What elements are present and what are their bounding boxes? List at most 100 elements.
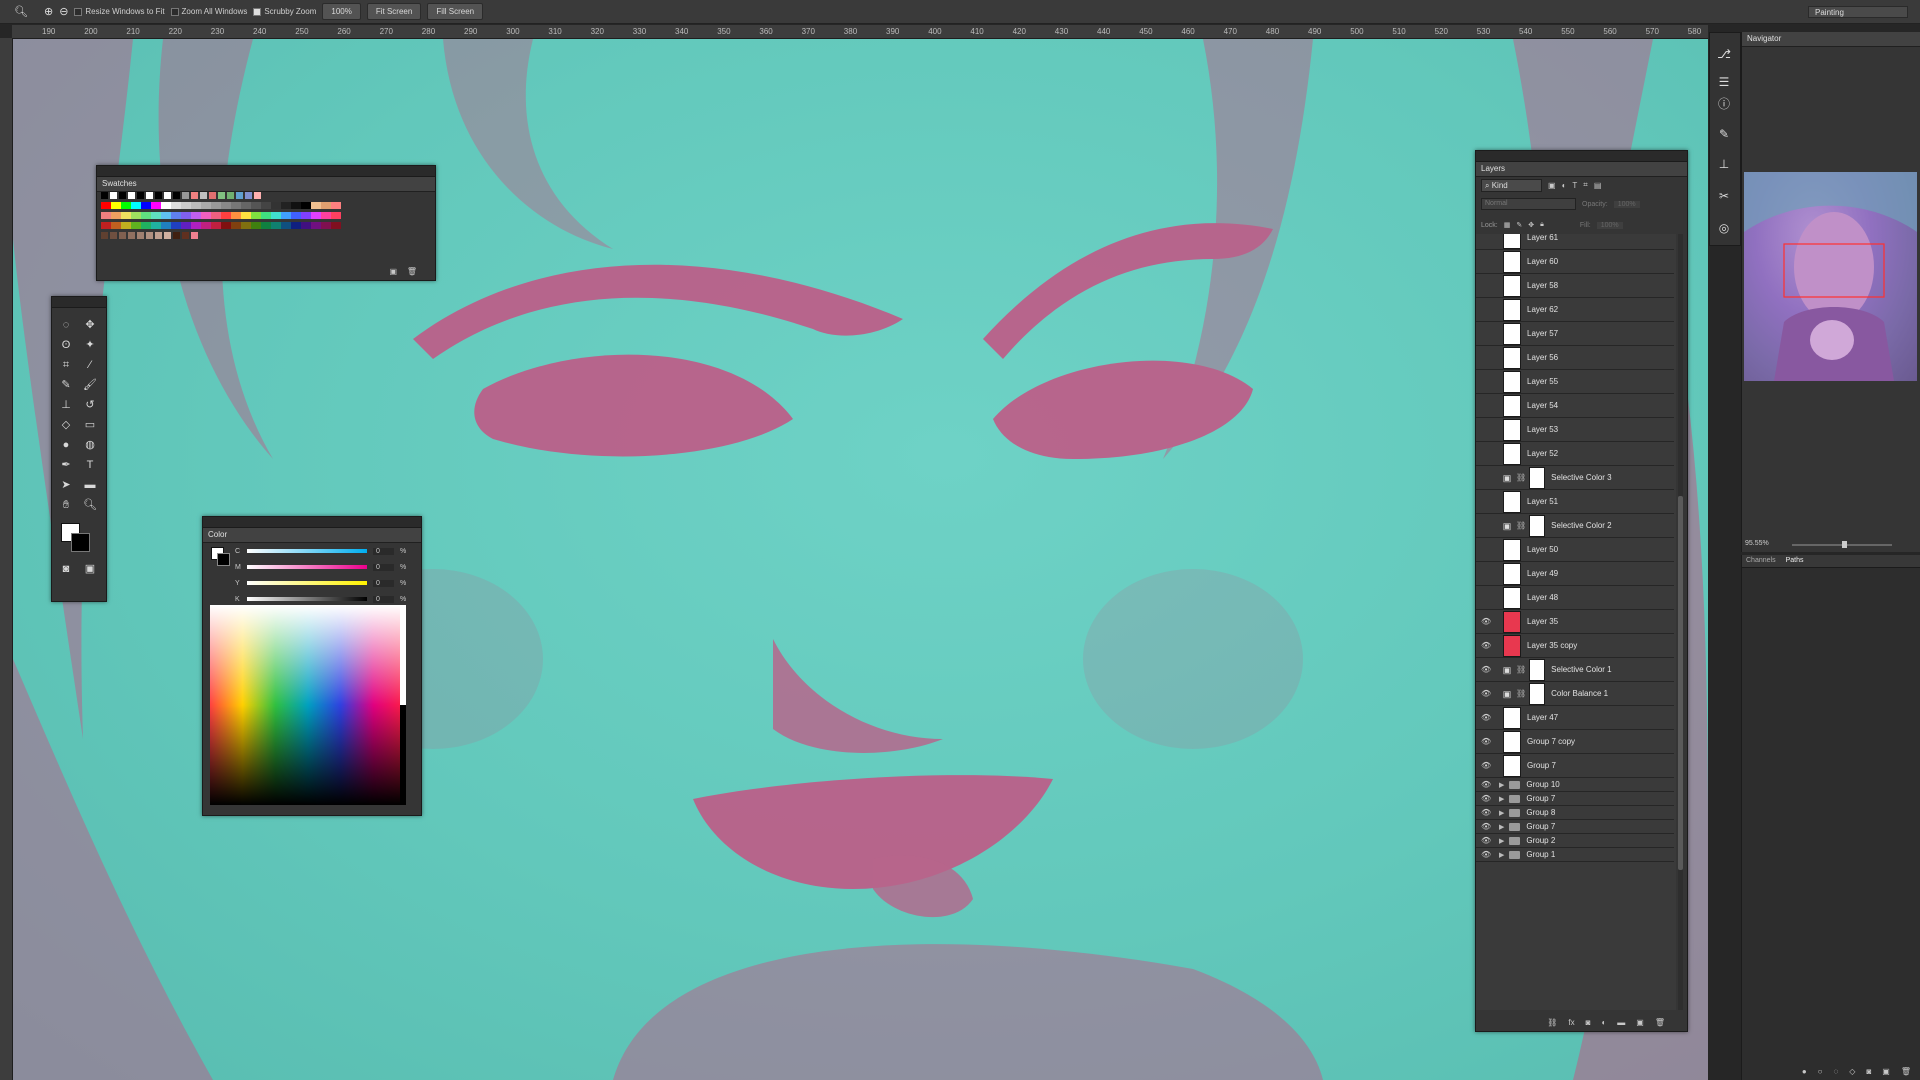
move-tool-icon[interactable]: ✥ [82, 317, 98, 333]
color-swatch[interactable] [161, 212, 171, 219]
filter-pixel-icon[interactable]: ▣ [1548, 181, 1556, 190]
visibility-eye-icon[interactable]: 👁︎ [1481, 808, 1491, 817]
slider-value-field[interactable]: 0 [373, 579, 394, 587]
visibility-eye-icon[interactable]: 👁︎ [1481, 665, 1491, 674]
channels-tab[interactable]: Channels [1746, 555, 1776, 567]
layer-mask-thumbnail[interactable] [1529, 658, 1546, 681]
swatches-tab[interactable]: Swatches [97, 177, 435, 192]
tool-presets-icon[interactable]: ✂ [1714, 186, 1734, 206]
group-expand-icon[interactable]: ▶ [1499, 809, 1504, 817]
panel-titlebar[interactable] [52, 297, 106, 308]
group-expand-icon[interactable]: ▶ [1499, 837, 1504, 845]
filter-type-icon[interactable]: T [1572, 181, 1577, 190]
layer-group-row[interactable]: 👁︎ ▶ Group 7 [1476, 820, 1674, 834]
layer-row[interactable]: Layer 51 [1476, 490, 1674, 514]
color-swatch[interactable] [301, 202, 311, 209]
trash-icon[interactable]: 🗑︎ [407, 267, 417, 276]
color-swatch[interactable] [281, 202, 291, 209]
filter-shape-icon[interactable]: ⌗ [1583, 180, 1588, 190]
color-swatch[interactable] [241, 222, 251, 229]
navigator-zoom-value[interactable]: 95.55% [1745, 540, 1769, 547]
color-swatch[interactable] [164, 232, 171, 239]
color-swatch[interactable] [182, 232, 189, 239]
color-swatch[interactable] [291, 202, 301, 209]
color-swatch[interactable] [155, 232, 162, 239]
color-swatch[interactable] [101, 232, 108, 239]
color-swatch[interactable] [161, 222, 171, 229]
color-swatch[interactable] [131, 212, 141, 219]
visibility-eye-icon[interactable]: 👁︎ [1481, 641, 1491, 650]
color-swatch[interactable] [119, 192, 126, 199]
fx-icon[interactable]: fx [1568, 1018, 1574, 1027]
slider-value-field[interactable]: 0 [373, 595, 394, 603]
color-swatch[interactable] [200, 192, 207, 199]
visibility-eye-icon[interactable]: 👁︎ [1481, 780, 1491, 789]
layer-mask-thumbnail[interactable] [1529, 466, 1546, 489]
layer-group-row[interactable]: 👁︎ ▶ Group 1 [1476, 848, 1674, 862]
healing-brush-icon[interactable]: ✎ [58, 377, 74, 393]
info-icon[interactable]: ⓘ [1714, 94, 1734, 114]
stroke-path-icon[interactable]: ○ [1818, 1067, 1823, 1076]
color-swatch[interactable] [173, 192, 180, 199]
layer-row[interactable]: Layer 54 [1476, 394, 1674, 418]
visibility-eye-icon[interactable]: 👁︎ [1481, 794, 1491, 803]
color-swatch[interactable] [164, 192, 171, 199]
color-swatch[interactable] [131, 202, 141, 209]
color-swatch[interactable] [191, 202, 201, 209]
make-path-icon[interactable]: ◇ [1849, 1067, 1855, 1076]
color-swatch[interactable] [151, 212, 161, 219]
checkbox-box[interactable] [74, 7, 83, 16]
new-layer-icon[interactable]: ▣ [1636, 1018, 1644, 1027]
color-swatch[interactable] [141, 202, 151, 209]
color-swatch[interactable] [110, 192, 117, 199]
layer-mask-thumbnail[interactable] [1529, 682, 1546, 705]
color-swatch[interactable] [151, 222, 161, 229]
color-swatch[interactable] [173, 232, 180, 239]
color-swatch[interactable] [171, 222, 181, 229]
color-swatch[interactable] [251, 202, 261, 209]
checkbox-box[interactable] [170, 7, 179, 16]
color-swatch[interactable] [291, 222, 301, 229]
color-swatch[interactable] [161, 202, 171, 209]
color-swatch[interactable] [261, 222, 271, 229]
color-swatch[interactable] [181, 202, 191, 209]
gradient-tool-icon[interactable]: ▭ [82, 417, 98, 433]
slider-value-field[interactable]: 0 [373, 547, 394, 555]
color-swatch[interactable] [131, 222, 141, 229]
layer-row[interactable]: 👁︎ Group 7 copy [1476, 730, 1674, 754]
layer-list[interactable]: Layer 61 Layer 60 Layer 58 Layer 62 Layer 57… [1476, 234, 1676, 1010]
color-swatch[interactable] [121, 212, 131, 219]
color-swatch[interactable] [101, 222, 111, 229]
layer-group-row[interactable]: 👁︎ ▶ Group 2 [1476, 834, 1674, 848]
filter-smart-icon[interactable]: ▤ [1594, 181, 1602, 190]
zoom-tool-icon[interactable]: 🔍︎ [14, 5, 28, 18]
color-swatch[interactable] [201, 222, 211, 229]
color-swatch[interactable] [331, 222, 341, 229]
color-swatch[interactable] [201, 202, 211, 209]
mask-link-icon[interactable]: ⛓︎ [1516, 665, 1526, 674]
path-select-icon[interactable]: ➤ [58, 477, 74, 493]
color-spectrum-ramp[interactable] [210, 605, 406, 805]
visibility-eye-icon[interactable]: 👁︎ [1481, 822, 1491, 831]
color-swatch[interactable] [191, 192, 198, 199]
visibility-eye-icon[interactable]: 👁︎ [1481, 836, 1491, 845]
color-swatch[interactable] [181, 222, 191, 229]
color-swatch[interactable] [241, 202, 251, 209]
fit-screen-button[interactable]: Fit Screen [366, 3, 422, 20]
color-swatch[interactable] [231, 202, 241, 209]
color-swatch[interactable] [231, 222, 241, 229]
color-swatch[interactable] [191, 212, 201, 219]
layers-tab[interactable]: Layers [1476, 162, 1687, 177]
layer-row[interactable]: Layer 53 [1476, 418, 1674, 442]
color-swatch[interactable] [321, 212, 331, 219]
dodge-tool-icon[interactable]: ◍ [82, 437, 98, 453]
color-swatch[interactable] [182, 192, 189, 199]
color-swatch[interactable] [111, 222, 121, 229]
color-swatch[interactable] [245, 192, 252, 199]
filter-adjustment-icon[interactable]: ◐ [1562, 181, 1567, 190]
blur-tool-icon[interactable]: ● [58, 437, 74, 453]
fill-field[interactable]: 100% [1596, 221, 1623, 229]
navigator-tab[interactable]: Navigator [1742, 32, 1920, 47]
color-swatch[interactable] [311, 222, 321, 229]
group-expand-icon[interactable]: ▶ [1499, 851, 1504, 859]
